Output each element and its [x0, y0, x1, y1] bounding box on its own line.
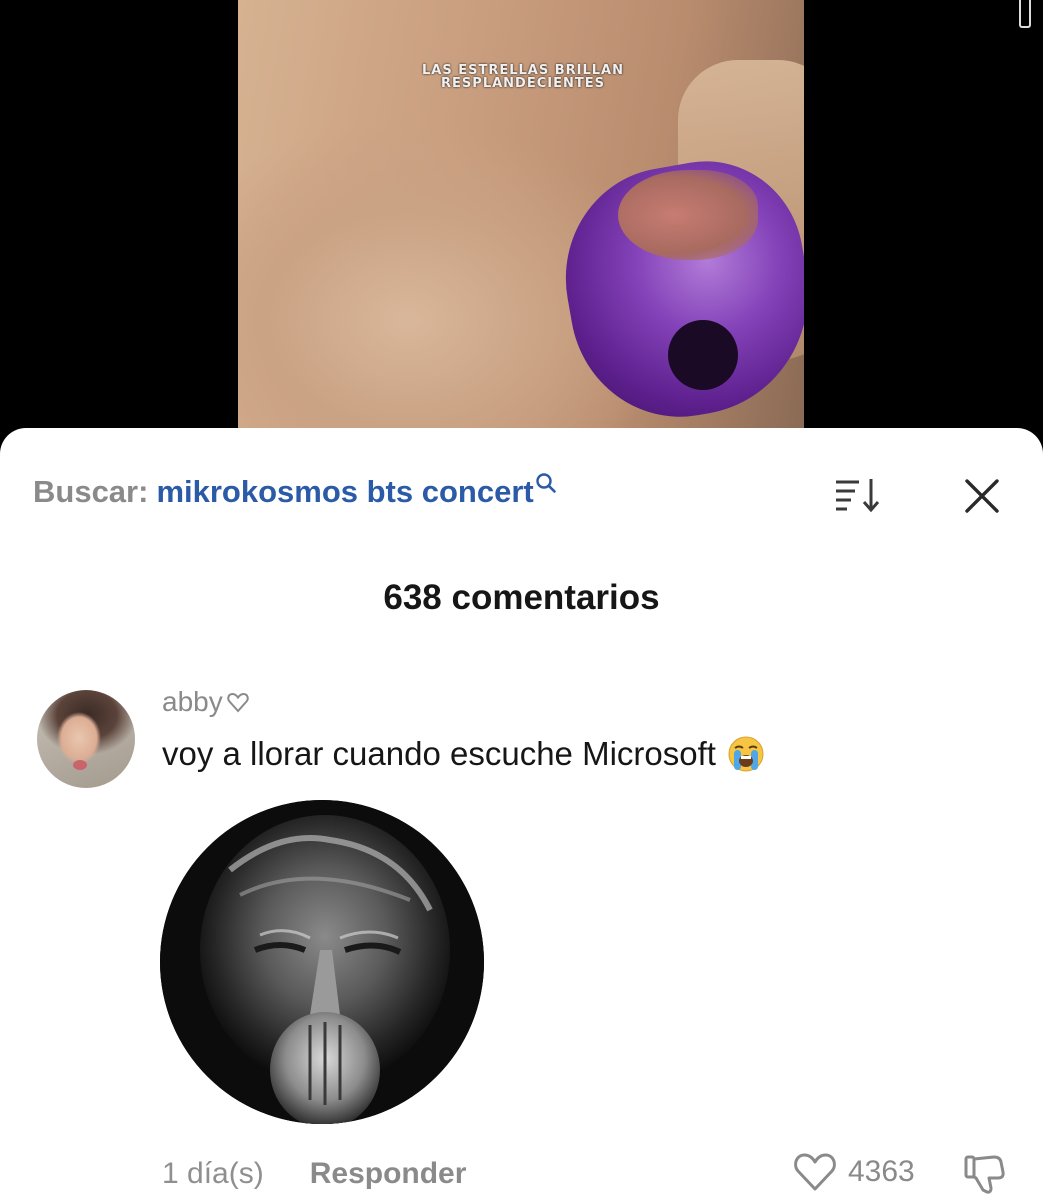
video-lips [618, 170, 758, 260]
search-prefix: Buscar: [33, 474, 149, 509]
reply-button[interactable]: Responder [310, 1157, 467, 1191]
comment-text: voy a llorar cuando escuche Microsoft [162, 734, 766, 774]
video-player[interactable]: LAS ESTRELLAS BRILLAN RESPLANDECIENTES [0, 0, 1043, 440]
video-caption-line-2: RESPLANDECIENTES [441, 76, 605, 91]
comment-meta: 1 día(s) Responder [162, 1154, 466, 1194]
like-button[interactable]: 4363 [792, 1150, 915, 1194]
like-count: 4363 [848, 1155, 915, 1188]
video-caption: LAS ESTRELLAS BRILLAN RESPLANDECIENTES [408, 64, 638, 90]
thumbs-down-icon[interactable] [961, 1152, 1007, 1196]
avatar[interactable] [37, 690, 135, 788]
comment-time: 1 día(s) [162, 1157, 264, 1190]
close-icon[interactable] [962, 476, 1002, 516]
loudly-crying-face-icon [728, 736, 764, 772]
heart-outline-icon [227, 692, 249, 713]
search-suggestion[interactable]: Buscar: mikrokosmos bts concert [33, 472, 557, 518]
search-query-link[interactable]: mikrokosmos bts concert [156, 474, 533, 510]
comments-count: 638 comentarios [383, 578, 660, 617]
comment-username[interactable]: abby [162, 686, 223, 718]
comment-username-row[interactable]: abby [162, 686, 250, 718]
avatar-detail [73, 760, 87, 770]
heart-outline-icon[interactable] [792, 1151, 838, 1193]
status-indicator [1019, 0, 1031, 28]
sticker-praying-face [160, 800, 484, 1124]
video-microphone-detail [668, 320, 738, 390]
comments-sheet: Buscar: mikrokosmos bts concert 638 come… [0, 428, 1043, 1200]
comment-sticker-image[interactable] [160, 800, 484, 1124]
sort-icon[interactable] [833, 476, 883, 514]
search-icon[interactable] [535, 472, 557, 494]
comment-body: voy a llorar cuando escuche Microsoft [162, 735, 716, 772]
